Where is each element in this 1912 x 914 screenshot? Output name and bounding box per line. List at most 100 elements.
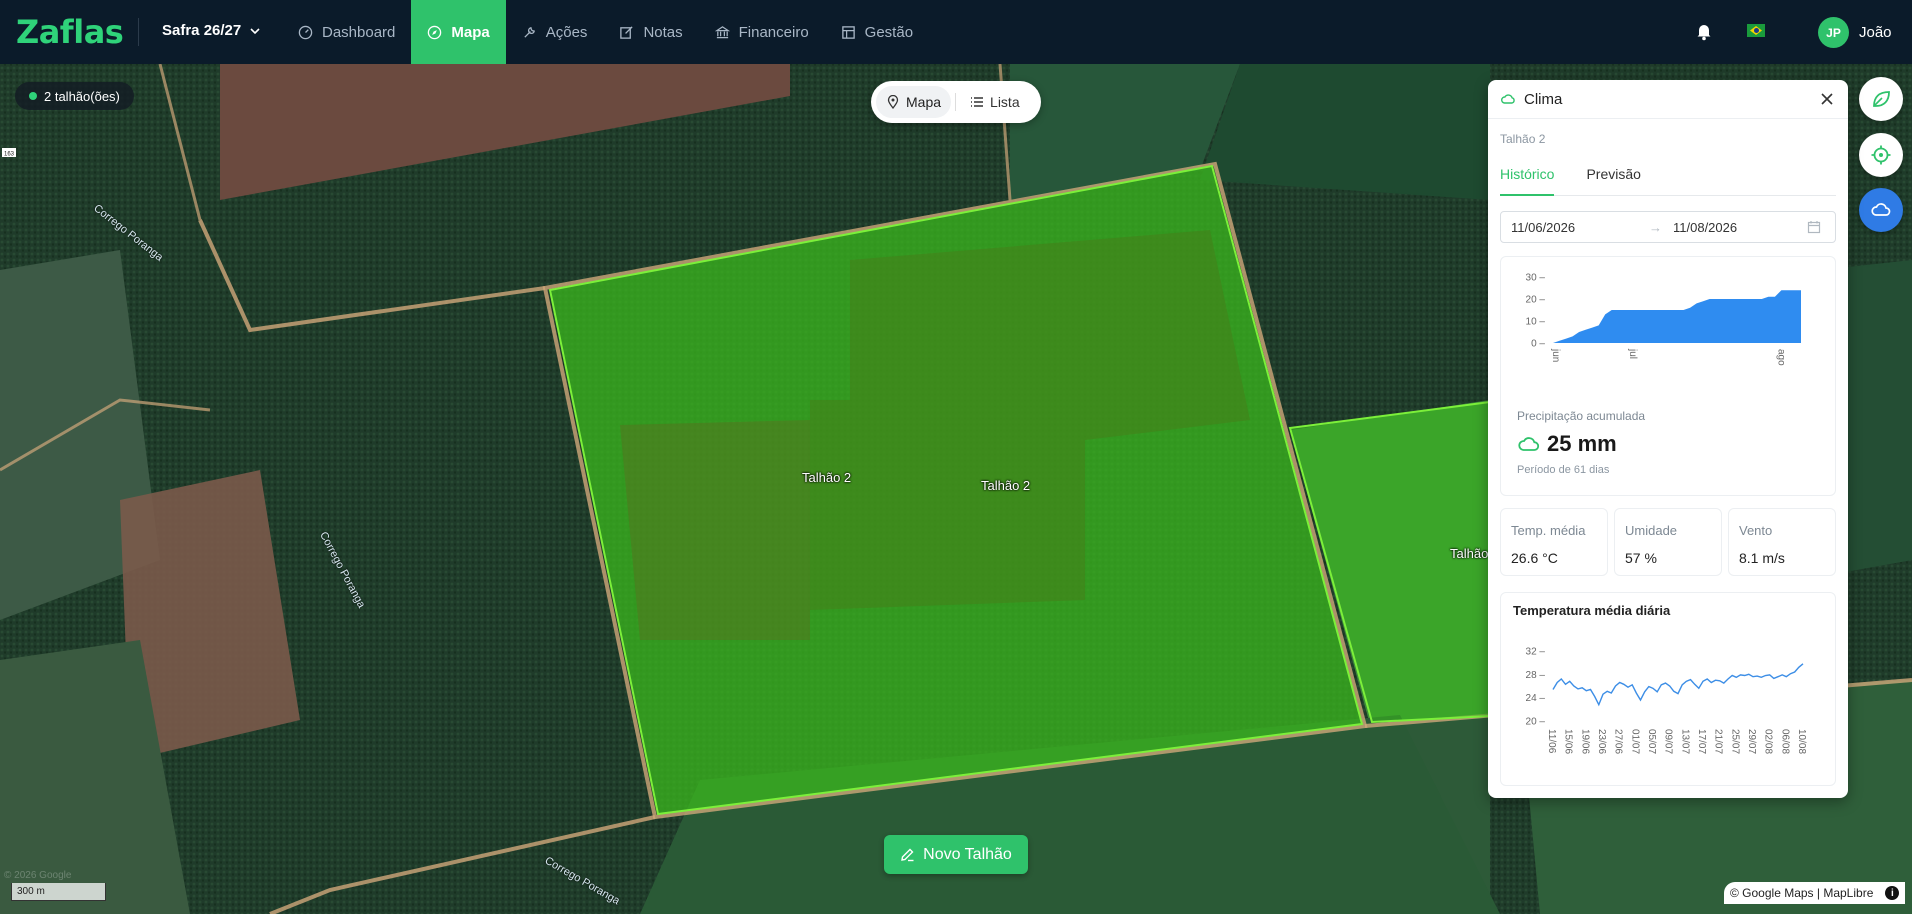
list-view-button[interactable]: Lista bbox=[960, 86, 1030, 118]
temperature-line bbox=[1552, 663, 1804, 707]
x-tick-label: 15/06 bbox=[1563, 729, 1574, 754]
date-start[interactable]: 11/06/2026 bbox=[1511, 220, 1649, 235]
stat-value: 26.6 °C bbox=[1511, 550, 1558, 566]
y-tick-label: 10 – bbox=[1526, 317, 1546, 328]
list-view-label: Lista bbox=[990, 94, 1020, 110]
leaf-icon bbox=[1873, 91, 1890, 107]
panel-header: Clima bbox=[1488, 80, 1848, 119]
nav-financeiro-label: Financeiro bbox=[738, 23, 809, 41]
road-shield-text: 163 bbox=[4, 152, 15, 158]
stat-temperature: Temp. média 26.6 °C bbox=[1500, 508, 1608, 576]
brazil-flag-icon[interactable] bbox=[1747, 24, 1765, 37]
x-tick-label: 29/07 bbox=[1746, 729, 1757, 754]
bank-icon bbox=[714, 25, 730, 38]
map-pin-icon bbox=[887, 95, 899, 109]
stat-value: 8.1 m/s bbox=[1739, 550, 1785, 566]
view-toggle: Mapa Lista bbox=[871, 81, 1041, 123]
x-tick-label: 23/06 bbox=[1596, 729, 1607, 754]
field-count-text: 2 talhão(ões) bbox=[44, 88, 120, 104]
precipitation-area bbox=[1553, 290, 1801, 343]
nav-gestao-label: Gestão bbox=[864, 23, 914, 41]
map-watermark: © 2026 Google bbox=[4, 870, 72, 881]
safra-selector[interactable]: Safra 26/27 bbox=[162, 22, 261, 39]
x-tick-label: 13/07 bbox=[1679, 729, 1690, 754]
precipitation-period: Período de 61 dias bbox=[1517, 464, 1610, 476]
x-tick-label: 27/06 bbox=[1613, 729, 1624, 754]
table-icon bbox=[841, 25, 855, 39]
x-tick-label: 19/06 bbox=[1579, 729, 1590, 754]
topbar-divider bbox=[138, 18, 139, 46]
date-end[interactable]: 11/08/2026 bbox=[1673, 220, 1807, 235]
temperature-chart: 20 – 24 – 28 – 32 – 11/06 15/06 19/06 23/06 27/0… bbox=[1526, 647, 1807, 755]
precipitation-value: 25 mm bbox=[1547, 431, 1617, 456]
new-field-button[interactable]: Novo Talhão bbox=[884, 835, 1028, 874]
x-tick-label: 01/07 bbox=[1629, 729, 1640, 754]
nav-acoes-label: Ações bbox=[545, 23, 588, 41]
cloud-icon bbox=[1518, 437, 1540, 451]
user-menu[interactable]: JP João bbox=[1818, 17, 1892, 48]
x-tick-label: 25/07 bbox=[1729, 729, 1740, 754]
y-tick-label: 20 – bbox=[1526, 717, 1546, 728]
nav-notas-label: Notas bbox=[643, 23, 683, 41]
map-scale: 300 m bbox=[11, 883, 106, 901]
nav-financeiro[interactable]: Financeiro bbox=[699, 0, 825, 64]
main-nav: Dashboard Mapa Ações Notas Financeiro Ge… bbox=[282, 0, 929, 64]
climate-tabs: Histórico Previsão bbox=[1500, 166, 1836, 196]
compass-icon bbox=[428, 25, 442, 39]
field-label[interactable]: Talhão bbox=[1450, 546, 1488, 561]
gauge-icon bbox=[298, 25, 313, 39]
tab-historico[interactable]: Histórico bbox=[1500, 166, 1555, 196]
y-tick-label: 0 – bbox=[1531, 339, 1545, 350]
field-label[interactable]: Talhão 2 bbox=[981, 478, 1030, 493]
close-icon[interactable] bbox=[1818, 90, 1836, 108]
date-range-picker[interactable]: 11/06/2026 → 11/08/2026 bbox=[1500, 211, 1836, 243]
attribution-text[interactable]: © Google Maps | MapLibre bbox=[1730, 886, 1873, 900]
precipitation-label: Precipitação acumulada bbox=[1517, 409, 1646, 423]
nav-dashboard[interactable]: Dashboard bbox=[282, 0, 411, 64]
safra-label: Safra 26/27 bbox=[162, 22, 242, 39]
x-tick-label: 09/07 bbox=[1663, 729, 1674, 754]
nav-mapa[interactable]: Mapa bbox=[411, 0, 506, 64]
y-tick-label: 32 – bbox=[1526, 647, 1546, 658]
calendar-icon bbox=[1807, 221, 1821, 234]
climate-panel: Clima Talhão 2 Histórico Previsão 11/06/… bbox=[1488, 80, 1848, 798]
cloud-icon bbox=[1501, 94, 1515, 104]
map-attribution: © Google Maps | MapLibre i bbox=[1724, 882, 1906, 904]
map-view-button[interactable]: Mapa bbox=[876, 86, 952, 118]
nav-gestao[interactable]: Gestão bbox=[825, 0, 929, 64]
bell-icon[interactable] bbox=[1693, 20, 1715, 42]
locate-button[interactable] bbox=[1859, 133, 1903, 177]
nav-notas[interactable]: Notas bbox=[603, 0, 698, 64]
new-field-label: Novo Talhão bbox=[923, 845, 1012, 863]
climate-button[interactable] bbox=[1859, 188, 1903, 232]
x-tick-label: 17/07 bbox=[1696, 729, 1707, 754]
x-tick-label: 02/08 bbox=[1763, 729, 1774, 754]
stat-wind: Vento 8.1 m/s bbox=[1728, 508, 1836, 576]
x-tick-label: 10/08 bbox=[1796, 729, 1807, 754]
stat-value: 57 % bbox=[1625, 550, 1657, 566]
wrench-icon bbox=[524, 26, 535, 38]
y-tick-label: 24 – bbox=[1526, 693, 1546, 704]
arrow-right-icon: → bbox=[1649, 219, 1662, 235]
precipitation-total: 25 mm bbox=[1517, 431, 1617, 457]
nav-acoes[interactable]: Ações bbox=[506, 0, 604, 64]
x-tick-label: 21/07 bbox=[1713, 729, 1724, 754]
crop-layer-button[interactable] bbox=[1859, 77, 1903, 121]
top-navigation-bar: Zaflas Safra 26/27 Dashboard Mapa Ações … bbox=[0, 0, 1912, 64]
stat-label: Vento bbox=[1739, 523, 1773, 538]
stat-label: Umidade bbox=[1625, 523, 1678, 538]
temperature-card: Temperatura média diária 20 –24 –28 –32 … bbox=[1500, 592, 1836, 786]
user-name: João bbox=[1859, 24, 1892, 41]
y-tick-label: 30 – bbox=[1526, 273, 1546, 284]
cloud-icon bbox=[1871, 203, 1891, 216]
info-icon[interactable]: i bbox=[1885, 886, 1900, 900]
field-label[interactable]: Talhão 2 bbox=[802, 470, 851, 485]
app-logo[interactable]: Zaflas bbox=[16, 13, 124, 51]
nav-dashboard-label: Dashboard bbox=[322, 23, 396, 41]
stat-label: Temp. média bbox=[1511, 523, 1586, 538]
stat-humidity: Umidade 57 % bbox=[1614, 508, 1722, 576]
map-view-label: Mapa bbox=[906, 94, 942, 110]
list-icon bbox=[971, 97, 984, 107]
field-count-badge: 2 talhão(ões) bbox=[15, 82, 134, 110]
tab-previsao[interactable]: Previsão bbox=[1586, 166, 1640, 196]
